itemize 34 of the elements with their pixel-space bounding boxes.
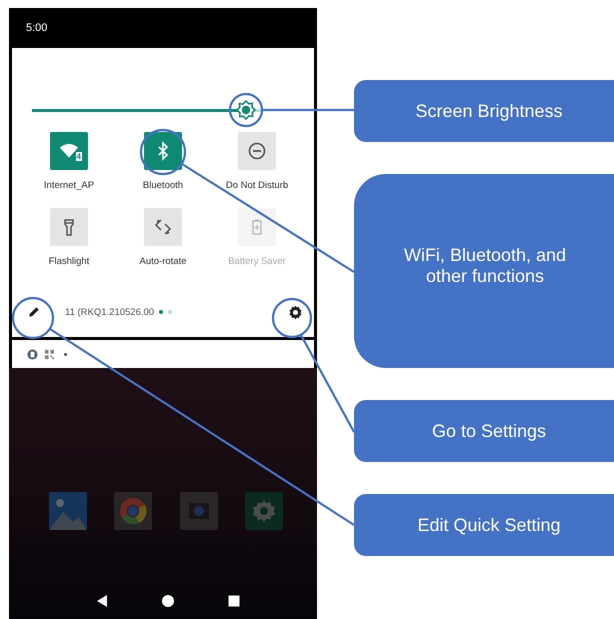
tile-label: Flashlight: [48, 256, 90, 267]
app-circle-icon: [27, 348, 38, 360]
build-number: 11 (RKQ1.210526.00: [65, 306, 154, 318]
wifi-tile-button[interactable]: 4: [50, 132, 88, 170]
callout-label: Go to Settings: [354, 400, 614, 462]
tile-label: Do Not Disturb: [226, 180, 288, 191]
callout-label: WiFi, Bluetooth, and other functions: [354, 174, 614, 368]
recents-icon[interactable]: [227, 594, 241, 608]
page-dot[interactable]: [159, 310, 164, 314]
tile-label: Battery Saver: [228, 256, 286, 267]
brightness-thumb-icon[interactable]: [236, 100, 256, 120]
callout-label: Edit Quick Setting: [354, 494, 614, 556]
flashlight-tile-button[interactable]: [50, 208, 88, 246]
rotate-icon: [153, 217, 173, 237]
tile-label: Auto-rotate: [140, 256, 186, 267]
tile-label: Bluetooth: [142, 180, 184, 191]
dnd-tile-button[interactable]: [238, 132, 276, 170]
more-dot-icon: [64, 352, 67, 356]
clock-time: 5:00: [26, 22, 48, 34]
qr-code-icon: [44, 348, 55, 360]
home-icon[interactable]: [161, 594, 175, 608]
tile-label: Internet_AP: [44, 180, 94, 191]
callout-label: Screen Brightness: [354, 80, 614, 142]
minus-circle-icon: [247, 141, 267, 161]
bluetooth-tile-button[interactable]: [144, 132, 182, 170]
rotate-tile-button[interactable]: [144, 208, 182, 246]
highlight-circle: [12, 296, 54, 340]
page-dot[interactable]: [168, 310, 172, 314]
highlight-circle: [140, 128, 186, 176]
browser-app-icon[interactable]: [114, 492, 152, 530]
back-icon[interactable]: [95, 594, 109, 608]
highlight-circle: [228, 92, 264, 128]
highlight-circle: [272, 298, 312, 338]
network-badge: 4: [76, 152, 82, 161]
